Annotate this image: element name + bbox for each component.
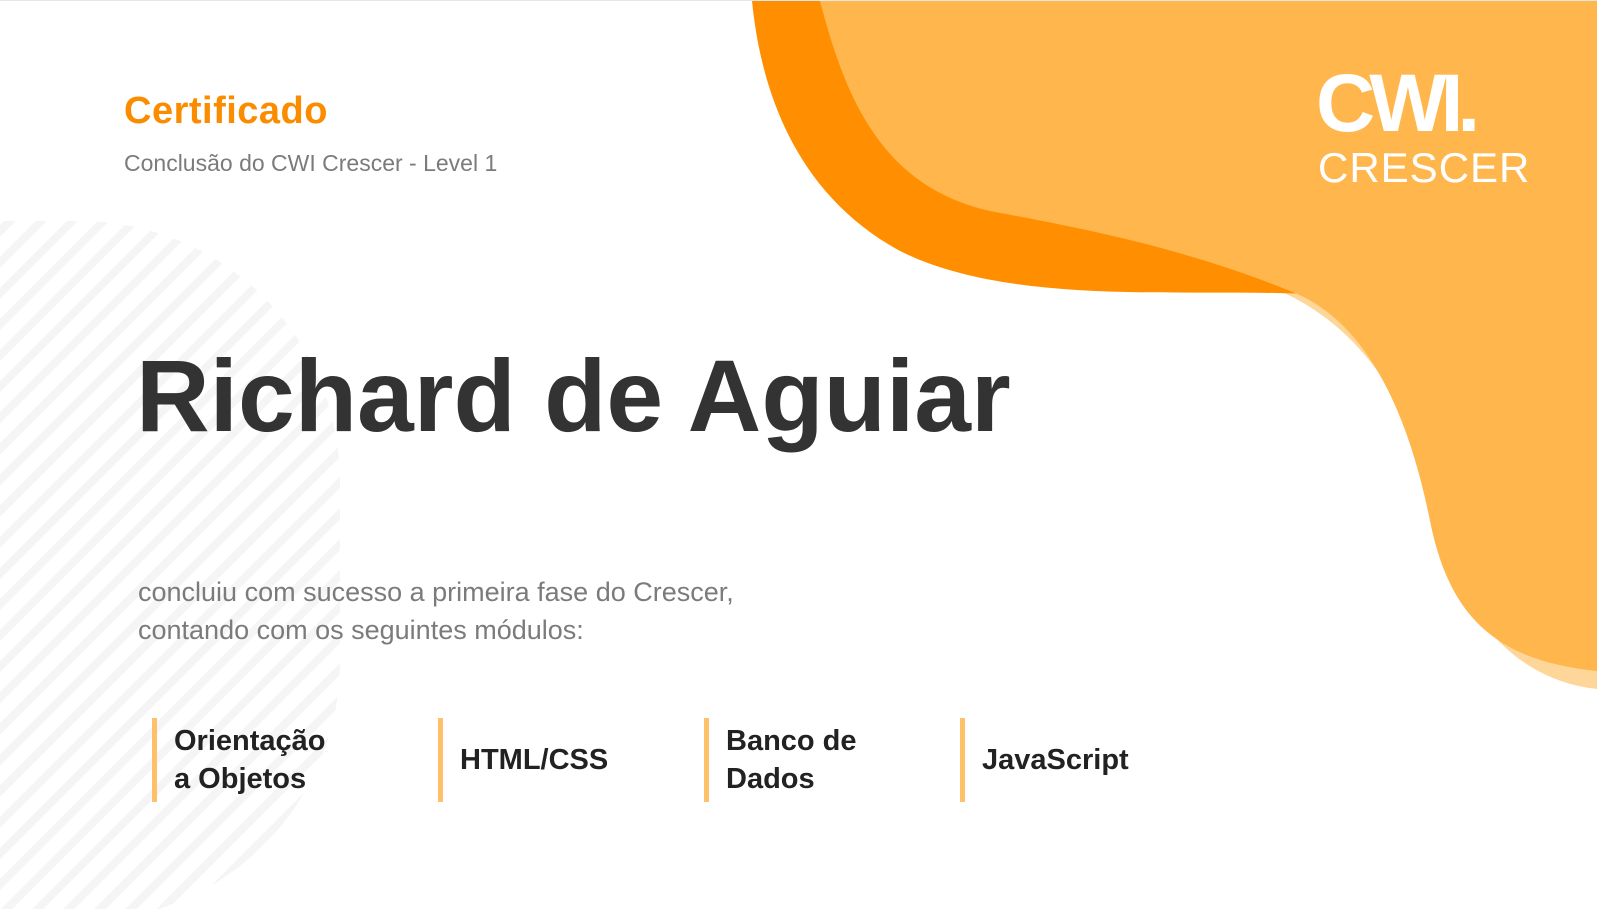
module-label: Banco de Dados <box>726 722 857 798</box>
logo-mark: CWI. <box>1316 58 1480 149</box>
description-line-2: contando com os seguintes módulos: <box>138 615 584 645</box>
module-label: Orientação a Objetos <box>174 722 326 798</box>
module-label-line: Dados <box>726 763 815 795</box>
module-item: HTML/CSS <box>438 718 668 802</box>
certificate-subtitle: Conclusão do CWI Crescer - Level 1 <box>124 150 498 176</box>
description-line-1: concluiu com sucesso a primeira fase do … <box>138 577 734 607</box>
module-label-line: HTML/CSS <box>460 744 609 776</box>
module-label: JavaScript <box>982 741 1129 779</box>
cwi-crescer-logo: CWI. CRESCER <box>1316 63 1536 193</box>
module-item: JavaScript <box>960 718 1190 802</box>
module-item: Banco de Dados <box>704 718 934 802</box>
module-label-line: JavaScript <box>982 744 1129 776</box>
module-label-line: Orientação <box>174 725 326 757</box>
completion-description: concluiu com sucesso a primeira fase do … <box>138 573 734 649</box>
recipient-name: Richard de Aguiar <box>136 339 1011 453</box>
module-label-line: a Objetos <box>174 763 307 795</box>
logo-wordmark: CRESCER <box>1318 144 1531 191</box>
module-item: Orientação a Objetos <box>152 718 402 802</box>
certificate-title: Certificado <box>124 90 328 132</box>
module-label: HTML/CSS <box>460 741 608 779</box>
certificate-page: CWI. CRESCER Certificado Conclusão do CW… <box>0 0 1597 909</box>
module-label-line: Banco de <box>726 725 857 757</box>
